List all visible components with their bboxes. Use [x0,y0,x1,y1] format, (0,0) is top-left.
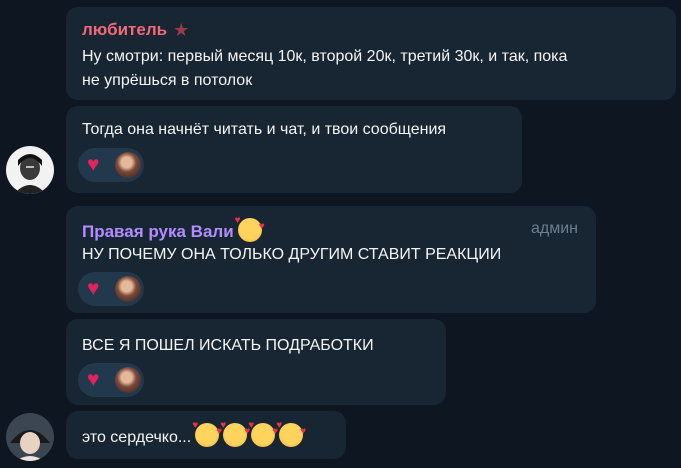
smiling-face-with-hearts-icon [235,216,265,242]
reactor-avatar [115,367,141,393]
admin-role-label: админ [530,220,578,237]
message-text: НУ ПОЧЕМУ ОНА ТОЛЬКО ДРУГИМ СТАВИТ РЕАКЦ… [82,246,502,263]
reaction-chip[interactable]: ♥ [78,363,144,397]
heart-icon: ♥ [87,368,100,391]
smiling-face-with-hearts-icon [248,421,278,447]
message-bubble-1[interactable]: любитель ★ Ну смотри: первый месяц 10к, в… [66,7,676,100]
sender-name[interactable]: любитель [82,20,167,39]
message-text: это сердечко... [82,429,192,446]
heart-icon: ♥ [87,277,100,300]
reaction-chip[interactable]: ♥ [78,148,144,182]
message-bubble-2[interactable]: Тогда она начнёт читать и чат, и твои со… [66,106,522,193]
reaction-chip[interactable]: ♥ [78,272,144,306]
avatar[interactable] [6,146,54,194]
star-icon: ★ [173,20,190,40]
message-bubble-5[interactable]: это сердечко... [66,411,346,459]
reactor-avatar [115,276,141,302]
message-text: Тогда она начнёт читать и чат, и твои со… [82,121,447,138]
avatar[interactable] [6,413,54,461]
message-bubble-3[interactable]: Правая рука Вали админ НУ ПОЧЕМУ ОНА ТОЛ… [66,206,596,313]
smiling-face-with-hearts-icon [220,421,250,447]
message-text-line: Ну смотри: первый месяц 10к, второй 20к,… [82,48,568,65]
message-bubble-4[interactable]: ВСЕ Я ПОШЕЛ ИСКАТЬ ПОДРАБОТКИ ♥ [66,319,446,405]
message-text: ВСЕ Я ПОШЕЛ ИСКАТЬ ПОДРАБОТКИ [82,337,374,354]
reactor-avatar [115,152,141,178]
heart-icon: ♥ [87,153,100,176]
smiling-face-with-hearts-icon [192,421,222,447]
message-text-line: не упрёшься в потолок [82,72,253,89]
sender-name[interactable]: Правая рука Вали [82,222,234,241]
smiling-face-with-hearts-icon [276,421,306,447]
